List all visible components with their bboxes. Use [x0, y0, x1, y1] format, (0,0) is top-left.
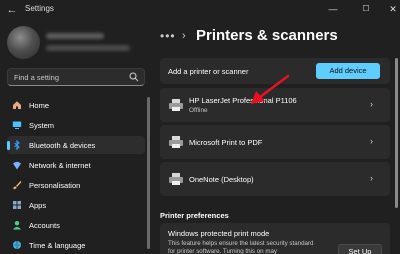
protected-print-mode-card: Windows protected print mode This featur…	[160, 223, 390, 254]
sidebar-item-personalisation[interactable]: Personalisation	[7, 176, 145, 194]
bluetooth-icon	[14, 140, 20, 150]
minimize-button[interactable]: —	[319, 0, 347, 18]
system-icon	[12, 121, 22, 129]
printer-icon	[169, 136, 183, 148]
chevron-right-icon: ›	[370, 136, 373, 146]
avatar[interactable]	[7, 26, 40, 59]
sidebar-item-label: System	[29, 120, 55, 130]
add-device-button[interactable]: Add device	[316, 63, 380, 79]
search-input[interactable]: Find a setting	[14, 73, 59, 82]
sidebar-scrollbar[interactable]	[147, 97, 150, 249]
main-scrollbar[interactable]	[395, 58, 398, 208]
apps-icon	[13, 201, 21, 209]
printer-icon	[169, 173, 183, 185]
sidebar-item-label: Personalisation	[29, 180, 81, 190]
sidebar-item-accounts[interactable]: Accounts	[7, 216, 145, 234]
breadcrumb-more-button[interactable]: •••	[160, 29, 176, 43]
protected-print-mode-description: This feature helps ensure the latest sec…	[168, 240, 314, 254]
chevron-right-icon: ›	[370, 173, 373, 183]
printer-status: Offline	[189, 107, 208, 114]
title-bar: ← Settings — ☐ ✕	[0, 0, 400, 20]
sidebar-item-label: Home	[29, 100, 50, 110]
sidebar-item-home[interactable]: Home	[7, 96, 145, 114]
printer-item-hp-laserjet[interactable]: HP LaserJet Professional P1106 Offline ›	[160, 88, 390, 122]
page-title: Printers & scanners	[196, 27, 338, 44]
printer-name: HP LaserJet Professional P1106	[189, 96, 297, 105]
sidebar-item-label: Time & language	[29, 240, 86, 250]
account-email-blurred	[46, 45, 130, 51]
sidebar-item-network[interactable]: Network & internet	[7, 156, 145, 174]
printer-name: Microsoft Print to PDF	[189, 138, 263, 147]
network-icon	[13, 161, 21, 170]
section-heading: Printer preferences	[160, 211, 229, 220]
search-box[interactable]: Find a setting	[7, 68, 145, 86]
printer-name: OneNote (Desktop)	[189, 175, 254, 184]
account-name-blurred	[46, 33, 104, 39]
sidebar-item-label: Bluetooth & devices	[29, 140, 96, 150]
sidebar-item-label: Apps	[29, 200, 47, 210]
search-icon[interactable]	[129, 72, 139, 82]
set-up-button[interactable]: Set Up	[338, 244, 382, 254]
window-title: Settings	[25, 4, 54, 13]
sidebar-item-label: Network & internet	[29, 160, 91, 170]
protected-print-mode-title: Windows protected print mode	[168, 229, 270, 238]
printer-item-onenote[interactable]: OneNote (Desktop) ›	[160, 162, 390, 196]
sidebar-item-system[interactable]: System	[7, 116, 145, 134]
brush-icon	[13, 181, 22, 190]
printer-icon	[169, 99, 183, 111]
chevron-right-icon: ›	[370, 99, 373, 109]
sidebar-item-time-language[interactable]: Time & language	[7, 236, 145, 254]
breadcrumb-chevron-icon: ›	[182, 30, 186, 42]
sidebar-item-apps[interactable]: Apps	[7, 196, 145, 214]
close-button[interactable]: ✕	[379, 0, 400, 18]
add-printer-label: Add a printer or scanner	[168, 67, 249, 76]
home-icon	[13, 101, 21, 109]
printer-item-microsoft-pdf[interactable]: Microsoft Print to PDF ›	[160, 125, 390, 159]
sidebar-item-label: Accounts	[29, 220, 60, 230]
globe-icon	[13, 240, 21, 250]
maximize-button[interactable]: ☐	[352, 0, 380, 18]
accounts-icon	[13, 221, 21, 230]
add-printer-card: Add a printer or scanner Add device	[160, 58, 390, 84]
back-arrow-icon[interactable]: ←	[4, 2, 20, 18]
sidebar-item-bluetooth[interactable]: Bluetooth & devices	[7, 136, 145, 154]
